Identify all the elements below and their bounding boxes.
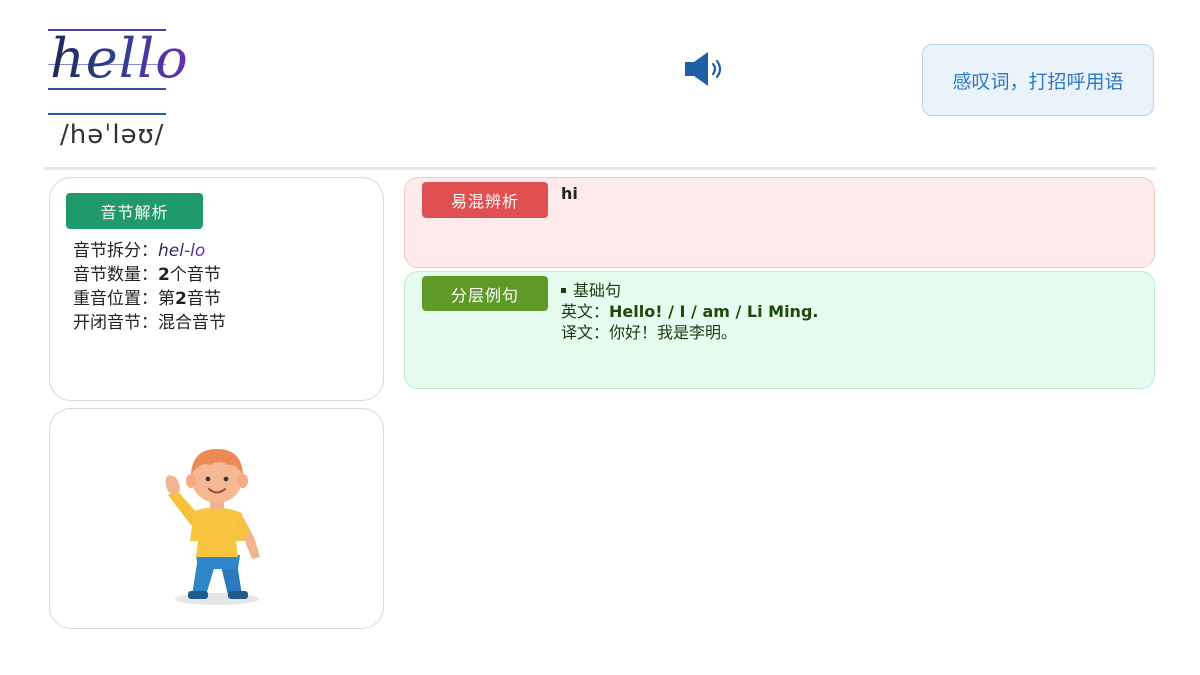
- stress-position-row: 重音位置：第2音节: [73, 287, 226, 311]
- syllable-card: 音节解析 音节拆分：hel-lo 音节数量：2个音节 重音位置：第2音节 开闭音…: [49, 177, 384, 401]
- meaning-text: 感叹词，打招呼用语: [952, 70, 1124, 93]
- writing-guide-line: [48, 113, 166, 115]
- stress-label: 重音位置：: [73, 289, 158, 309]
- speaker-icon[interactable]: [683, 50, 727, 90]
- syllable-split-value: hel-lo: [158, 241, 206, 261]
- stress-prefix: 第: [158, 289, 175, 309]
- example-chinese-text: 你好！我是李明。: [609, 323, 738, 342]
- confusion-tag: 易混辨析: [422, 182, 548, 218]
- examples-body: 基础句 英文：Hello! / I / am / Li Ming. 译文：你好！…: [561, 280, 818, 343]
- examples-card: 分层例句 基础句 英文：Hello! / I / am / Li Ming. 译…: [404, 271, 1155, 389]
- confusion-word: hi: [561, 184, 578, 203]
- word-title: hello: [50, 24, 189, 94]
- example-level-label: 基础句: [573, 281, 622, 300]
- syllable-count-label: 音节数量：: [73, 265, 158, 285]
- syllable-count-number: 2: [158, 265, 170, 285]
- bullet-icon: [561, 288, 566, 293]
- syllable-tag: 音节解析: [66, 193, 203, 229]
- example-english-row: 英文：Hello! / I / am / Li Ming.: [561, 301, 818, 322]
- illustration-card: [49, 408, 384, 629]
- example-chinese-row: 译文：你好！我是李明。: [561, 322, 818, 343]
- syllable-count-row: 音节数量：2个音节: [73, 263, 226, 287]
- example-english-text: Hello! / I / am / Li Ming.: [609, 302, 819, 321]
- phonetic-transcription: /həˈləʊ/: [60, 120, 165, 150]
- stress-unit: 音节: [186, 289, 221, 309]
- syllable-details: 音节拆分：hel-lo 音节数量：2个音节 重音位置：第2音节 开闭音节：混合音…: [73, 239, 226, 335]
- syllable-split-row: 音节拆分：hel-lo: [73, 239, 226, 263]
- header-divider: [44, 167, 1156, 170]
- syllable-type-row: 开闭音节：混合音节: [73, 311, 226, 335]
- syllable-type-label: 开闭音节：: [73, 313, 158, 333]
- syllable-type-value: 混合音节: [158, 313, 226, 333]
- example-level: 基础句: [561, 280, 818, 301]
- example-chinese-label: 译文：: [561, 323, 610, 342]
- syllable-count-unit: 个音节: [169, 265, 221, 285]
- confusion-card: 易混辨析 hi: [404, 177, 1155, 268]
- example-english-label: 英文：: [561, 302, 610, 321]
- waving-boy-illustration: [165, 449, 260, 605]
- stress-number: 2: [175, 289, 187, 309]
- speaker-icon-graphic: [685, 52, 722, 86]
- examples-tag: 分层例句: [422, 276, 548, 311]
- syllable-split-label: 音节拆分：: [73, 241, 158, 261]
- meaning-box: 感叹词，打招呼用语: [922, 44, 1154, 116]
- word-display: hello: [48, 24, 188, 120]
